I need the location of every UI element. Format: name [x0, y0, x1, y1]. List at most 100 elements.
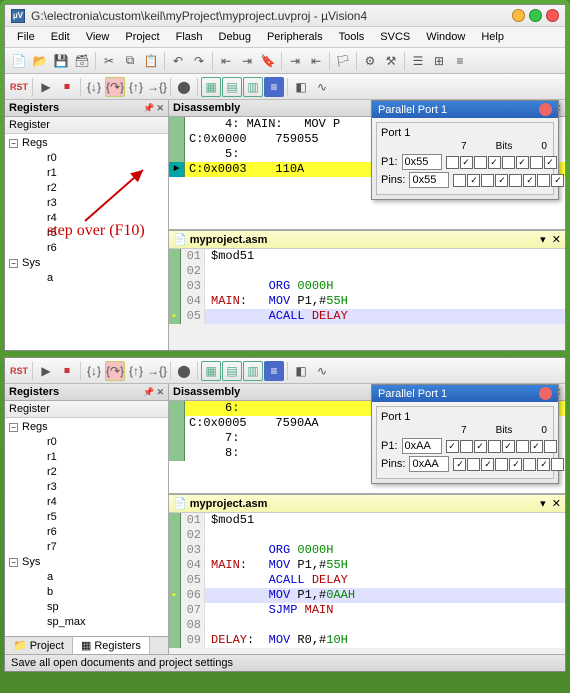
run-to-cursor-icon[interactable]: →{} [147, 361, 167, 381]
port-titlebar[interactable]: Parallel Port 1 [372, 385, 558, 402]
window-disassembly-icon[interactable]: ▤ [222, 77, 242, 97]
bit-checkbox[interactable] [460, 440, 473, 453]
menu-flash[interactable]: Flash [168, 29, 211, 45]
bit-checkbox[interactable] [453, 458, 466, 471]
bit-checkbox[interactable] [516, 156, 529, 169]
close-pane-icon[interactable]: ✕ [156, 387, 164, 398]
p1-input[interactable] [402, 154, 442, 170]
window-symbols-icon[interactable]: ▥ [243, 77, 263, 97]
register-tree[interactable]: −Regsr0r1r2r3r4r5r6−Sysa [5, 134, 168, 288]
window-symbols-icon[interactable]: ▥ [243, 361, 263, 381]
bookmark-prev-icon[interactable]: ⇤ [216, 51, 236, 71]
editor-content[interactable]: 01$mod510203 ORG 0000H04MAIN: MOV P1,#55… [169, 249, 565, 324]
bit-checkbox[interactable] [467, 458, 480, 471]
paste-icon[interactable]: 📋 [141, 51, 161, 71]
menu-view[interactable]: View [78, 29, 118, 45]
bit-checkbox[interactable] [460, 156, 473, 169]
window-registers-icon[interactable]: ▦ [201, 77, 221, 97]
tab-project[interactable]: 📁 Project [5, 637, 73, 654]
bit-checkbox[interactable] [481, 458, 494, 471]
bit-checkbox[interactable] [488, 156, 501, 169]
trace-icon[interactable]: ∿ [312, 361, 332, 381]
bit-checkbox[interactable] [551, 174, 564, 187]
list-icon[interactable]: ☰ [408, 51, 428, 71]
stop-icon[interactable]: ⏹ [57, 77, 77, 97]
build-icon[interactable]: ⚙ [360, 51, 380, 71]
redo-icon[interactable]: ↷ [189, 51, 209, 71]
editor-tab[interactable]: 📄 myproject.asm ▾ ✕ [169, 231, 565, 249]
bit-checkbox[interactable] [509, 174, 522, 187]
close-icon[interactable] [539, 103, 552, 116]
toggle-breakpoint-icon[interactable]: ⬤ [174, 361, 194, 381]
menu-tools[interactable]: Tools [331, 29, 373, 45]
menu-svcs[interactable]: SVCS [372, 29, 418, 45]
bit-checkbox[interactable] [495, 174, 508, 187]
more-icon[interactable]: ≡ [450, 51, 470, 71]
bit-checkbox[interactable] [509, 458, 522, 471]
editor-content[interactable]: 01$mod510203 ORG 0000H04MAIN: MOV P1,#55… [169, 513, 565, 648]
reset-icon[interactable]: RST [9, 361, 29, 381]
trace-icon[interactable]: ∿ [312, 77, 332, 97]
open-icon[interactable]: 📂 [30, 51, 50, 71]
run-to-cursor-icon[interactable]: →{} [147, 77, 167, 97]
pins-input[interactable] [409, 456, 449, 472]
bit-checkbox[interactable] [502, 440, 515, 453]
close-pane-icon[interactable]: ✕ [156, 103, 164, 114]
tab-dropdown-icon[interactable]: ▾ ✕ [540, 233, 561, 246]
copy-icon[interactable]: ⧉ [120, 51, 140, 71]
bit-checkbox[interactable] [530, 440, 543, 453]
run-icon[interactable]: ▶ [36, 77, 56, 97]
bit-checkbox[interactable] [537, 174, 550, 187]
menu-help[interactable]: Help [473, 29, 512, 45]
stop-icon[interactable]: ⏹ [57, 361, 77, 381]
bookmark-icon[interactable]: 🔖 [258, 51, 278, 71]
tab-dropdown-icon[interactable]: ▾ ✕ [540, 497, 561, 510]
step-out-icon[interactable]: {↑} [126, 77, 146, 97]
bit-checkbox[interactable] [446, 440, 459, 453]
indent-icon[interactable]: ⇥ [285, 51, 305, 71]
bit-checkbox[interactable] [446, 156, 459, 169]
bit-checkbox[interactable] [474, 440, 487, 453]
step-into-icon[interactable]: {↓} [84, 77, 104, 97]
close-button[interactable] [546, 9, 559, 22]
menu-debug[interactable]: Debug [211, 29, 259, 45]
register-tree[interactable]: −Regsr0r1r2r3r4r5r6r7−Sysabspsp_max [5, 418, 168, 632]
bit-checkbox[interactable] [523, 174, 536, 187]
menu-peripherals[interactable]: Peripherals [259, 29, 331, 45]
rebuild-icon[interactable]: ⚒ [381, 51, 401, 71]
new-file-icon[interactable]: 📄 [9, 51, 29, 71]
saveall-icon[interactable]: 🗃 [72, 51, 92, 71]
reset-icon[interactable]: RST [9, 77, 29, 97]
menu-project[interactable]: Project [117, 29, 167, 45]
bit-checkbox[interactable] [474, 156, 487, 169]
parallel-port-window[interactable]: Parallel Port 1Port 17Bits0P1:Pins: [371, 384, 559, 484]
bit-checkbox[interactable] [453, 174, 466, 187]
bit-checkbox[interactable] [481, 174, 494, 187]
bit-checkbox[interactable] [530, 156, 543, 169]
outdent-icon[interactable]: ⇤ [306, 51, 326, 71]
analyzer-icon[interactable]: ◧ [291, 77, 311, 97]
bit-checkbox[interactable] [467, 174, 480, 187]
pin-icon[interactable]: 📌 [143, 387, 154, 398]
window-command-icon[interactable]: ≡ [264, 361, 284, 381]
bit-checkbox[interactable] [537, 458, 550, 471]
bit-checkbox[interactable] [488, 440, 501, 453]
menu-window[interactable]: Window [418, 29, 473, 45]
step-over-button[interactable]: {↷} [105, 361, 125, 381]
bit-checkbox[interactable] [551, 458, 564, 471]
bit-checkbox[interactable] [544, 156, 557, 169]
bookmark-next-icon[interactable]: ⇥ [237, 51, 257, 71]
bit-checkbox[interactable] [544, 440, 557, 453]
window-registers-icon[interactable]: ▦ [201, 361, 221, 381]
cut-icon[interactable]: ✂ [99, 51, 119, 71]
tab-registers[interactable]: ▦ Registers [73, 637, 150, 654]
close-icon[interactable] [539, 387, 552, 400]
flag-icon[interactable]: 🏳 [333, 51, 353, 71]
minimize-button[interactable] [512, 9, 525, 22]
bit-checkbox[interactable] [502, 156, 515, 169]
step-into-icon[interactable]: {↓} [84, 361, 104, 381]
bit-checkbox[interactable] [516, 440, 529, 453]
window-disassembly-icon[interactable]: ▤ [222, 361, 242, 381]
save-icon[interactable]: 💾 [51, 51, 71, 71]
pin-icon[interactable]: 📌 [143, 103, 154, 114]
